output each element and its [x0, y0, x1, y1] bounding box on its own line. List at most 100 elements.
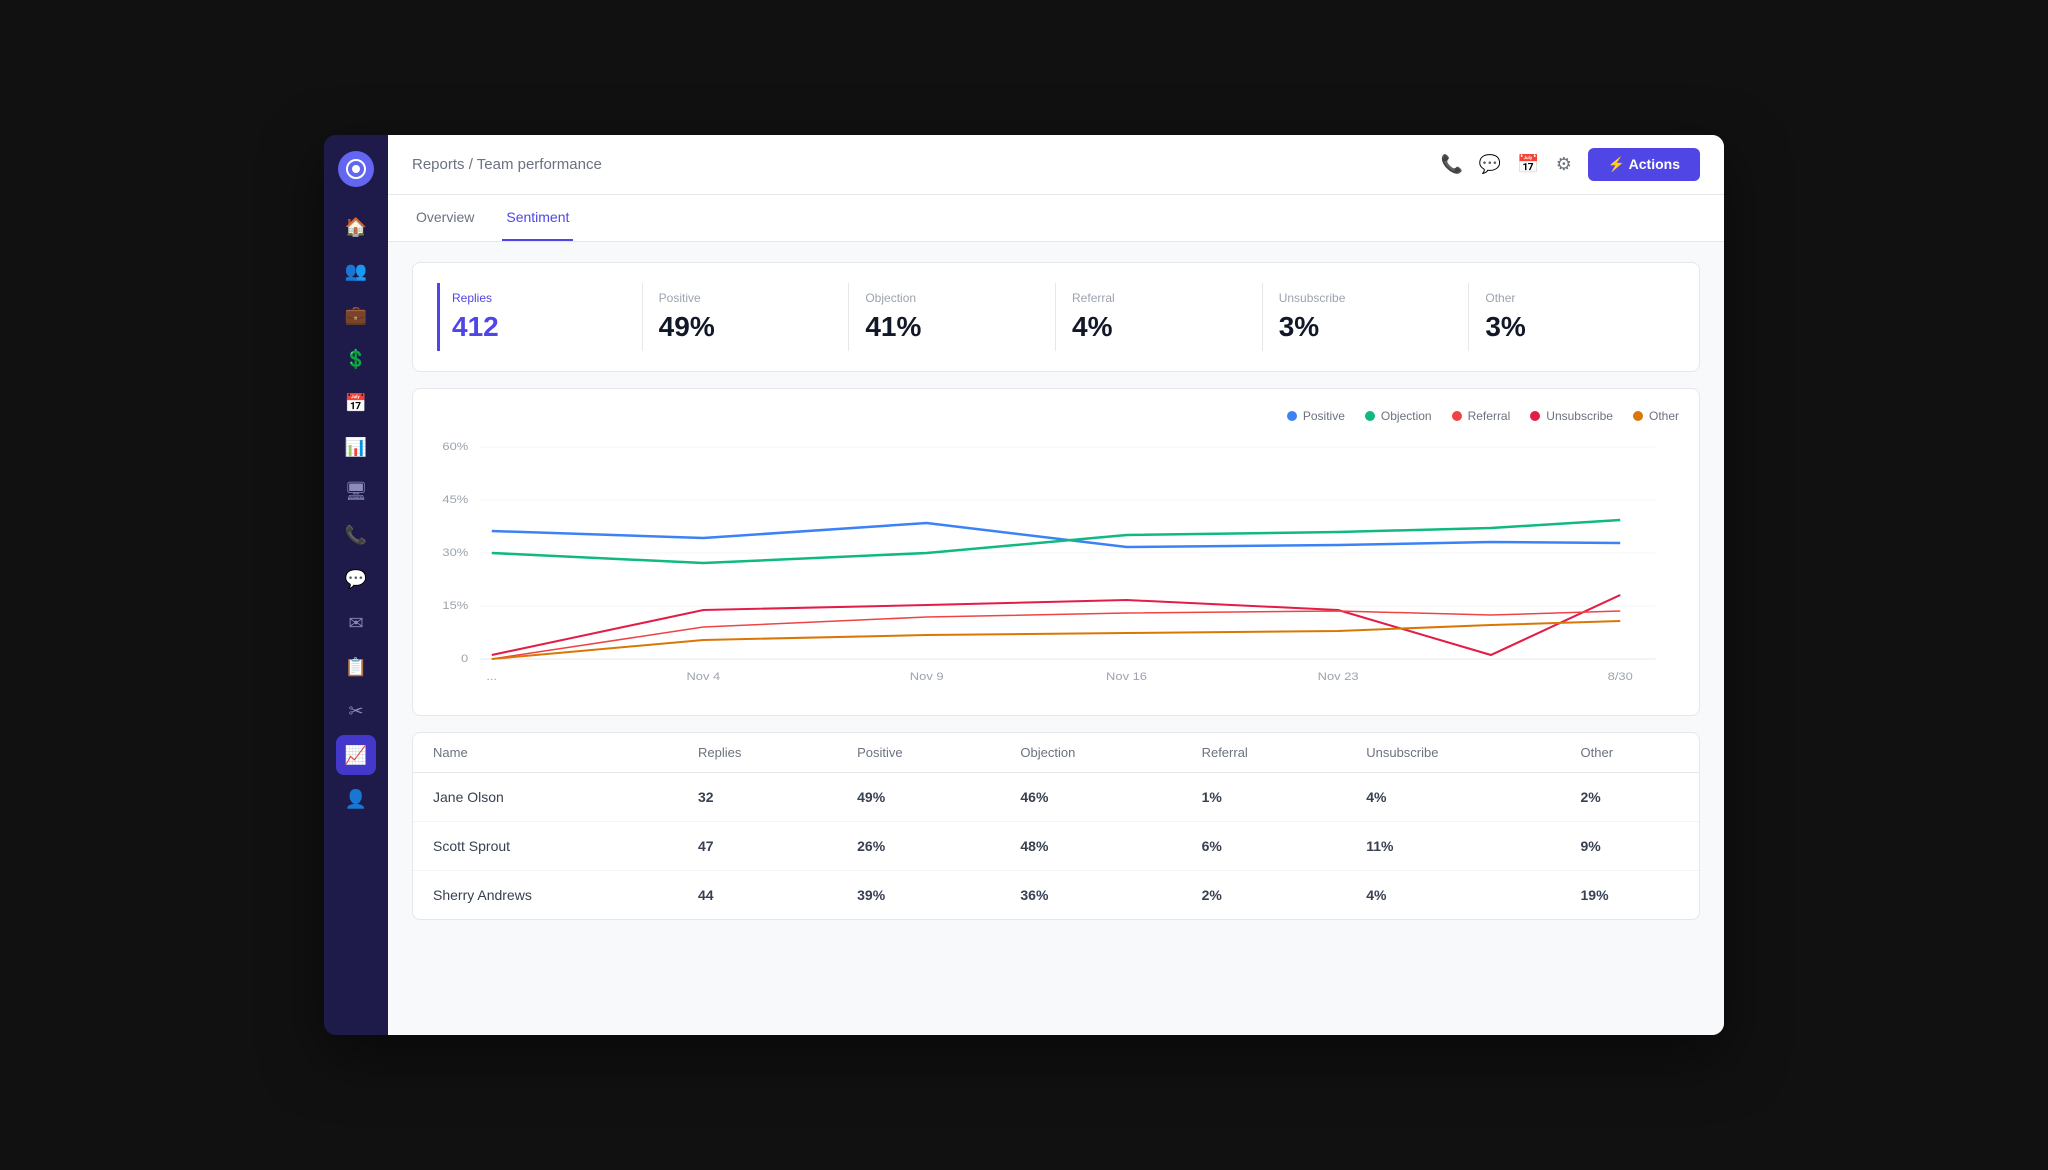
chart-wrapper: 60% 45% 30% 15% 0 ... Nov 4 [433, 435, 1679, 695]
legend-label-other: Other [1649, 409, 1679, 423]
table-body: Jane Olson 32 49% 46% 1% 4% 2% Scott Spr… [413, 773, 1699, 920]
sidebar-item-phone[interactable]: 📞 [336, 515, 376, 555]
tab-overview[interactable]: Overview [412, 195, 478, 241]
cell-objection-0: 46% [1000, 773, 1181, 822]
sidebar-item-revenue[interactable]: 💲 [336, 339, 376, 379]
stat-other-label: Other [1485, 291, 1659, 305]
svg-text:8/30: 8/30 [1608, 670, 1634, 683]
svg-text:0: 0 [461, 652, 469, 665]
cell-unsubscribe-2: 4% [1346, 871, 1560, 920]
cell-objection-2: 36% [1000, 871, 1181, 920]
legend-dot-positive [1287, 411, 1297, 421]
col-name: Name [413, 733, 678, 773]
col-objection: Objection [1000, 733, 1181, 773]
sidebar-item-calendar[interactable]: 📅 [336, 383, 376, 423]
stats-row: Replies 412 Positive 49% Objection 41% R… [437, 283, 1675, 351]
actions-button[interactable]: ⚡ Actions [1588, 148, 1700, 181]
stat-positive-value: 49% [659, 311, 833, 343]
stat-objection-label: Objection [865, 291, 1039, 305]
col-unsubscribe: Unsubscribe [1346, 733, 1560, 773]
sidebar-item-contacts[interactable]: 👥 [336, 251, 376, 291]
legend-other: Other [1633, 409, 1679, 423]
table-row: Scott Sprout 47 26% 48% 6% 11% 9% [413, 822, 1699, 871]
stat-unsubscribe-label: Unsubscribe [1279, 291, 1453, 305]
table-row: Sherry Andrews 44 39% 36% 2% 4% 19% [413, 871, 1699, 920]
stat-unsubscribe: Unsubscribe 3% [1263, 283, 1470, 351]
header-actions: 📞 💬 📅 ⚙ ⚡ Actions [1440, 148, 1700, 181]
stat-referral: Referral 4% [1056, 283, 1263, 351]
chart-svg: 60% 45% 30% 15% 0 ... Nov 4 [433, 435, 1679, 695]
table-header-row: Name Replies Positive Objection Referral… [413, 733, 1699, 773]
svg-text:...: ... [486, 670, 497, 683]
logo[interactable] [338, 151, 374, 187]
performance-table: Name Replies Positive Objection Referral… [413, 733, 1699, 919]
sidebar-item-mail[interactable]: ✉ [336, 603, 376, 643]
stat-other: Other 3% [1469, 283, 1675, 351]
cell-referral-0: 1% [1182, 773, 1347, 822]
cell-unsubscribe-1: 11% [1346, 822, 1560, 871]
cell-referral-1: 6% [1182, 822, 1347, 871]
cell-replies-2: 44 [678, 871, 837, 920]
col-positive: Positive [837, 733, 1000, 773]
sidebar-item-profile[interactable]: 👤 [336, 779, 376, 819]
tab-sentiment[interactable]: Sentiment [502, 195, 573, 241]
calendar-icon[interactable]: 📅 [1517, 154, 1539, 175]
cell-replies-0: 32 [678, 773, 837, 822]
stat-replies-value: 412 [452, 311, 626, 343]
cell-name-0: Jane Olson [413, 773, 678, 822]
chat-icon[interactable]: 💬 [1479, 154, 1501, 175]
legend-positive: Positive [1287, 409, 1345, 423]
col-other: Other [1561, 733, 1699, 773]
sidebar-item-briefcase[interactable]: 💼 [336, 295, 376, 335]
svg-text:60%: 60% [442, 440, 468, 453]
stat-objection: Objection 41% [849, 283, 1056, 351]
cell-positive-0: 49% [837, 773, 1000, 822]
svg-text:30%: 30% [442, 546, 468, 559]
stat-positive: Positive 49% [643, 283, 850, 351]
stat-replies-label: Replies [452, 291, 626, 305]
stat-replies: Replies 412 [437, 283, 643, 351]
cell-referral-2: 2% [1182, 871, 1347, 920]
stat-objection-value: 41% [865, 311, 1039, 343]
legend-dot-unsubscribe [1530, 411, 1540, 421]
svg-text:Nov 4: Nov 4 [686, 670, 720, 683]
legend-unsubscribe: Unsubscribe [1530, 409, 1613, 423]
cell-positive-1: 26% [837, 822, 1000, 871]
col-referral: Referral [1182, 733, 1347, 773]
legend-dot-referral [1452, 411, 1462, 421]
col-replies: Replies [678, 733, 837, 773]
sidebar-item-clipboard[interactable]: 📋 [336, 647, 376, 687]
filter-icon[interactable]: ⚙ [1556, 154, 1572, 175]
cell-unsubscribe-0: 4% [1346, 773, 1560, 822]
stats-card: Replies 412 Positive 49% Objection 41% R… [412, 262, 1700, 372]
sidebar: 🏠 👥 💼 💲 📅 📊 🖥 📞 💬 ✉ 📋 ✂ 📈 👤 [324, 135, 388, 1035]
legend-dot-other [1633, 411, 1643, 421]
legend-label-objection: Objection [1381, 409, 1432, 423]
cell-name-1: Scott Sprout [413, 822, 678, 871]
svg-text:Nov 23: Nov 23 [1318, 670, 1359, 683]
sidebar-item-home[interactable]: 🏠 [336, 207, 376, 247]
tabs: Overview Sentiment [388, 195, 1724, 242]
svg-text:Nov 9: Nov 9 [910, 670, 944, 683]
sidebar-item-chat[interactable]: 💬 [336, 559, 376, 599]
stat-referral-value: 4% [1072, 311, 1246, 343]
cell-other-2: 19% [1561, 871, 1699, 920]
cell-objection-1: 48% [1000, 822, 1181, 871]
sidebar-item-screen[interactable]: 🖥 [336, 471, 376, 511]
chart-container: Positive Objection Referral Unsubscribe [412, 388, 1700, 716]
chart-legend: Positive Objection Referral Unsubscribe [433, 409, 1679, 423]
sidebar-item-analytics[interactable]: 📈 [336, 735, 376, 775]
cell-name-2: Sherry Andrews [413, 871, 678, 920]
breadcrumb: Reports / Team performance [412, 156, 602, 173]
sidebar-item-tools[interactable]: ✂ [336, 691, 376, 731]
phone-icon[interactable]: 📞 [1440, 154, 1462, 175]
stat-referral-label: Referral [1072, 291, 1246, 305]
cell-other-0: 2% [1561, 773, 1699, 822]
cell-other-1: 9% [1561, 822, 1699, 871]
sidebar-item-reports-alt[interactable]: 📊 [336, 427, 376, 467]
legend-referral: Referral [1452, 409, 1511, 423]
dashboard: Replies 412 Positive 49% Objection 41% R… [388, 242, 1724, 1035]
legend-label-positive: Positive [1303, 409, 1345, 423]
stat-unsubscribe-value: 3% [1279, 311, 1453, 343]
legend-label-unsubscribe: Unsubscribe [1546, 409, 1613, 423]
